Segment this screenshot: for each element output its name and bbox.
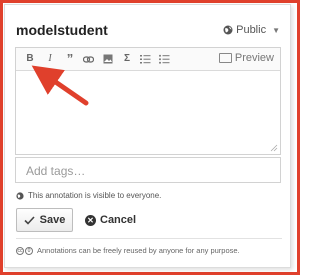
license-text: Annotations can be freely reused by anyo… bbox=[37, 246, 240, 255]
close-icon: ✕ bbox=[85, 214, 96, 226]
keyboard-icon bbox=[218, 53, 232, 63]
bulleted-list-button[interactable] bbox=[157, 52, 171, 66]
visibility-note-text: This annotation is visible to everyone. bbox=[28, 191, 162, 200]
chevron-down-icon: ▼ bbox=[272, 25, 280, 35]
license-note: cc 0 Annotations can be freely reused by … bbox=[16, 246, 240, 255]
annotation-textarea[interactable] bbox=[16, 71, 280, 154]
preview-label: Preview bbox=[234, 52, 274, 64]
quote-button[interactable]: ” bbox=[63, 52, 77, 66]
globe-icon bbox=[16, 191, 24, 200]
save-label: Save bbox=[39, 214, 66, 226]
save-button[interactable]: Save bbox=[16, 208, 73, 232]
image-icon bbox=[103, 54, 113, 64]
checkmark-icon bbox=[24, 215, 35, 225]
annotation-editor: B I ” Σ Preview bbox=[15, 47, 281, 155]
image-button[interactable] bbox=[101, 52, 115, 66]
globe-icon bbox=[223, 25, 233, 35]
resize-handle-icon[interactable] bbox=[270, 144, 278, 152]
link-button[interactable] bbox=[81, 52, 95, 66]
privacy-dropdown[interactable]: Public ▼ bbox=[223, 24, 280, 36]
username[interactable]: modelstudent bbox=[16, 22, 108, 38]
visibility-note: This annotation is visible to everyone. bbox=[16, 191, 161, 200]
math-button[interactable]: Σ bbox=[120, 52, 134, 66]
cancel-label: Cancel bbox=[100, 214, 137, 226]
annotation-header: modelstudent Public ▼ bbox=[16, 22, 280, 42]
tags-field[interactable] bbox=[15, 157, 281, 183]
bold-button[interactable]: B bbox=[23, 52, 37, 66]
bulleted-list-icon bbox=[158, 54, 169, 64]
numbered-list-button[interactable] bbox=[138, 52, 152, 66]
preview-toggle[interactable]: Preview bbox=[218, 52, 274, 64]
numbered-list-icon bbox=[139, 55, 150, 64]
link-icon bbox=[82, 56, 94, 63]
tags-input[interactable] bbox=[24, 159, 268, 183]
divider bbox=[16, 238, 282, 239]
cancel-button[interactable]: ✕ Cancel bbox=[85, 212, 136, 228]
annotation-card: modelstudent Public ▼ B I ” Σ Preview Ad… bbox=[4, 4, 291, 268]
privacy-label: Public bbox=[236, 24, 267, 36]
creative-commons-icon: cc 0 bbox=[16, 246, 33, 255]
editor-toolbar: B I ” Σ Preview bbox=[16, 48, 280, 71]
italic-button[interactable]: I bbox=[43, 52, 57, 66]
